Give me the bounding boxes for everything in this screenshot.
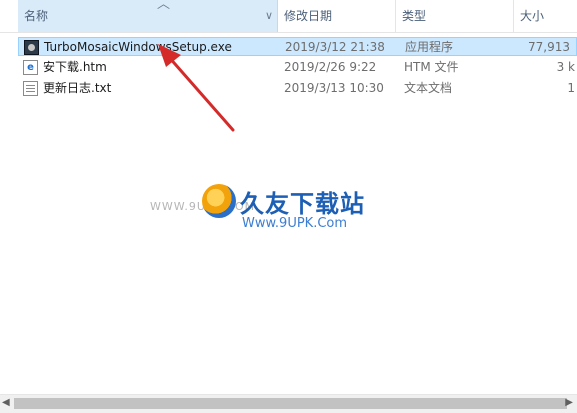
horizontal-scrollbar[interactable]: ◀ ▶ [0,394,577,413]
file-row[interactable]: e 安下载.htm 2019/2/26 9:22 HTM 文件 3 k [18,58,577,77]
column-header-date-label: 修改日期 [284,9,333,23]
watermark-url: Www.9UPK.Com [242,216,348,231]
column-header-size[interactable]: 大小 [514,0,577,32]
column-header-bar: ︿ 名称 ∨ 修改日期 类型 大小 [0,0,577,33]
column-header-type-label: 类型 [402,9,427,23]
file-size: 1 [567,81,575,95]
watermark-logo-icon [202,184,236,218]
file-date: 2019/3/12 21:38 [285,40,385,54]
column-header-type[interactable]: 类型 [396,0,514,32]
file-row[interactable]: 更新日志.txt 2019/3/13 10:30 文本文档 1 [18,79,577,98]
txt-icon [23,81,38,96]
scroll-right-icon[interactable]: ▶ [565,397,573,408]
chevron-down-icon[interactable]: ∨ [265,0,273,32]
file-type: 文本文档 [404,81,453,95]
file-name: 安下载.htm [43,60,107,74]
file-row[interactable]: TurboMosaicWindowsSetup.exe 2019/3/12 21… [18,37,577,56]
htm-icon: e [23,60,38,75]
column-header-name[interactable]: ︿ 名称 ∨ [18,0,278,32]
column-header-name-label: 名称 [24,9,49,23]
file-date: 2019/2/26 9:22 [284,60,377,74]
file-name: 更新日志.txt [43,81,112,95]
file-size: 3 k [556,60,575,74]
file-name: TurboMosaicWindowsSetup.exe [44,40,232,54]
file-type: 应用程序 [405,40,454,54]
column-header-date[interactable]: 修改日期 [278,0,396,32]
watermark: WWW.9UPK.COM 久友下载站 Www.9UPK.Com [150,180,410,240]
scrollbar-thumb[interactable] [14,398,567,409]
file-size: 77,913 [528,40,570,54]
exe-icon [24,40,39,55]
watermark-title: 久友下载站 [240,190,365,218]
column-header-size-label: 大小 [520,9,545,23]
file-date: 2019/3/13 10:30 [284,81,384,95]
scroll-left-icon[interactable]: ◀ [2,397,10,408]
file-type: HTM 文件 [404,60,459,74]
sort-ascending-icon: ︿ [157,0,171,12]
